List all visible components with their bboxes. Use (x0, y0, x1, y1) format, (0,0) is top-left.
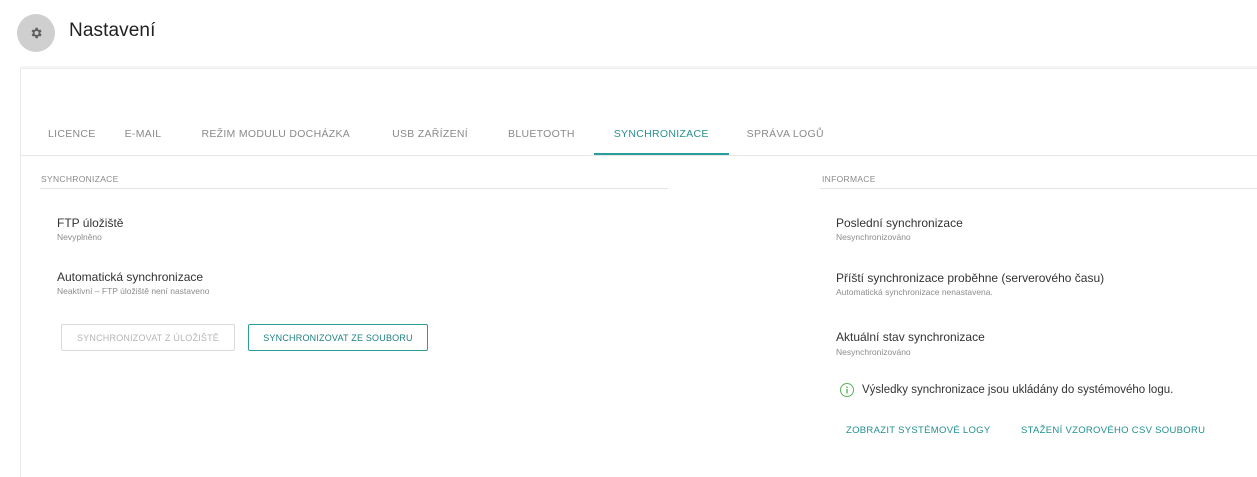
tab-licence[interactable]: LICENCE (48, 125, 96, 155)
sync-from-file-button[interactable]: SYNCHRONIZOVAT ZE SOUBORU (248, 324, 428, 351)
show-system-logs-link[interactable]: ZOBRAZIT SYSTÉMOVÉ LOGY (846, 425, 991, 436)
info-icon (840, 383, 854, 397)
settings-avatar (17, 14, 55, 52)
auto-sync-value: Neaktivní – FTP úložiště není nastaveno (57, 286, 210, 296)
ftp-storage-title: FTP úložiště (57, 216, 124, 230)
last-sync-value: Nesynchronizováno (836, 232, 911, 242)
sync-section-label: SYNCHRONIZACE (41, 174, 119, 184)
last-sync-title: Poslední synchronizace (836, 216, 963, 230)
info-section-rule (820, 188, 1257, 189)
auto-sync-title: Automatická synchronizace (57, 270, 204, 284)
page-title: Nastavení (69, 20, 156, 41)
gear-icon (31, 27, 42, 39)
next-sync-value: Automatická synchronizace nenastavena. (836, 287, 993, 297)
tab-log-management[interactable]: SPRÁVA LOGŮ (747, 125, 824, 155)
sync-from-storage-button[interactable]: SYNCHRONIZOVAT Z ÚLOŽIŠTĚ (61, 324, 235, 351)
tab-attendance-mode[interactable]: REŽIM MODULU DOCHÁZKA (201, 125, 350, 155)
tab-email[interactable]: E-MAIL (125, 125, 162, 155)
sync-section-rule (40, 188, 668, 189)
next-sync-title: Příští synchronizace proběhne (serverové… (836, 271, 1105, 285)
current-state-value: Nesynchronizováno (836, 347, 911, 357)
page-header: Nastavení (0, 0, 1257, 68)
tab-synchronization[interactable]: SYNCHRONIZACE (593, 125, 729, 155)
settings-tabs: LICENCE E-MAIL REŽIM MODULU DOCHÁZKA USB… (28, 125, 824, 155)
info-glyph (846, 386, 848, 394)
current-state-title: Aktuální stav synchronizace (836, 330, 985, 344)
info-section-label: INFORMACE (822, 174, 876, 184)
download-sample-csv-link[interactable]: STAŽENÍ VZOROVÉHO CSV SOUBORU (1021, 425, 1205, 436)
ftp-storage-value: Nevyplněno (57, 232, 102, 242)
tabs-divider (21, 155, 1257, 156)
sync-log-note: Výsledky synchronizace jsou ukládány do … (862, 384, 1174, 396)
tab-usb-devices[interactable]: USB ZAŘÍZENÍ (392, 125, 468, 155)
tab-bluetooth[interactable]: BLUETOOTH (508, 125, 575, 155)
